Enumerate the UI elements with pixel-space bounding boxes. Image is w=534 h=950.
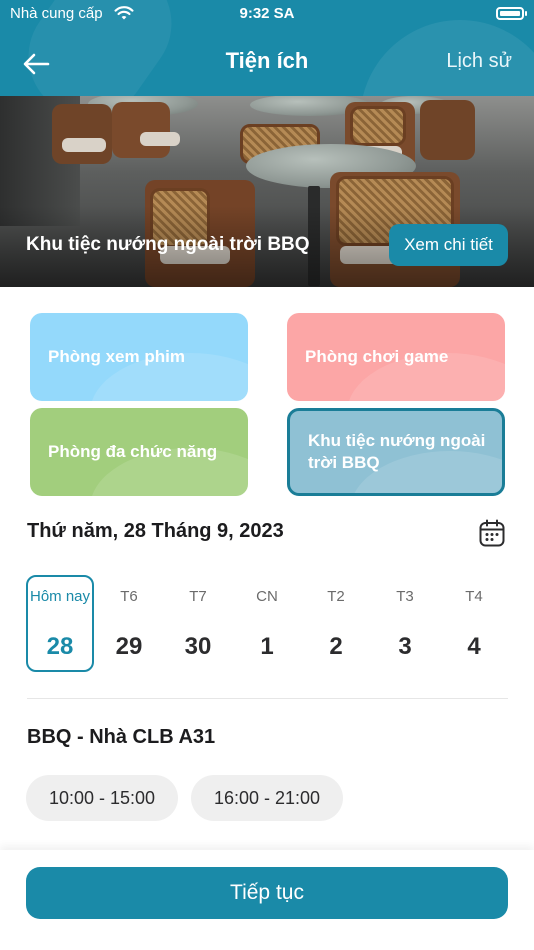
facility-card-label: Phòng đa chức năng <box>48 442 218 461</box>
day-item[interactable]: CN 1 <box>233 575 301 672</box>
day-item[interactable]: T3 3 <box>371 575 439 672</box>
divider <box>27 698 508 699</box>
day-number: 3 <box>398 633 412 660</box>
continue-button[interactable]: Tiếp tục <box>26 867 508 919</box>
navigation-bar: Tiện ích Lịch sử <box>0 36 534 88</box>
day-name: T3 <box>396 588 414 605</box>
day-item[interactable]: T7 30 <box>164 575 232 672</box>
day-name: T4 <box>465 588 483 605</box>
day-item[interactable]: T6 29 <box>95 575 163 672</box>
day-name: T7 <box>189 588 207 605</box>
time-slot-button[interactable]: 16:00 - 21:00 <box>191 775 343 821</box>
facility-card-game[interactable]: Phòng chơi game <box>287 313 505 401</box>
day-number: 28 <box>46 633 74 660</box>
day-name: CN <box>256 588 278 605</box>
battery-icon <box>496 7 527 20</box>
day-number: 4 <box>467 633 481 660</box>
status-bar: Nhà cung cấp 9:32 SA <box>0 0 534 28</box>
day-number: 1 <box>260 633 274 660</box>
day-name: T2 <box>327 588 345 605</box>
day-name: Hôm nay <box>29 588 91 605</box>
calendar-icon[interactable] <box>479 519 505 547</box>
venue-title: BBQ - Nhà CLB A31 <box>27 726 216 748</box>
time-slot-button[interactable]: 10:00 - 15:00 <box>26 775 178 821</box>
facility-card-cinema[interactable]: Phòng xem phim <box>30 313 248 401</box>
hero-title: Khu tiệc nướng ngoài trời BBQ <box>26 234 310 255</box>
day-number: 29 <box>115 633 143 660</box>
day-item[interactable]: T2 2 <box>302 575 370 672</box>
app-header: Nhà cung cấp 9:32 SA Tiện ích Lịch sử <box>0 0 534 96</box>
history-button[interactable]: Lịch sử <box>446 50 512 73</box>
day-item[interactable]: T4 4 <box>440 575 508 672</box>
facility-card-label: Phòng chơi game <box>305 347 449 366</box>
facility-card-label: Phòng xem phim <box>48 347 185 366</box>
view-detail-button[interactable]: Xem chi tiết <box>389 224 508 266</box>
facility-card-label: Khu tiệc nướng ngoài trời BBQ <box>308 431 486 472</box>
day-item-today[interactable]: Hôm nay 28 <box>26 575 94 672</box>
day-number: 2 <box>329 633 343 660</box>
facility-card-multipurpose[interactable]: Phòng đa chức năng <box>30 408 248 496</box>
day-name: T6 <box>120 588 138 605</box>
facility-card-bbq[interactable]: Khu tiệc nướng ngoài trời BBQ <box>287 408 505 496</box>
status-time: 9:32 SA <box>239 5 295 22</box>
selected-date-heading: Thứ năm, 28 Tháng 9, 2023 <box>27 520 284 542</box>
day-number: 30 <box>184 633 212 660</box>
